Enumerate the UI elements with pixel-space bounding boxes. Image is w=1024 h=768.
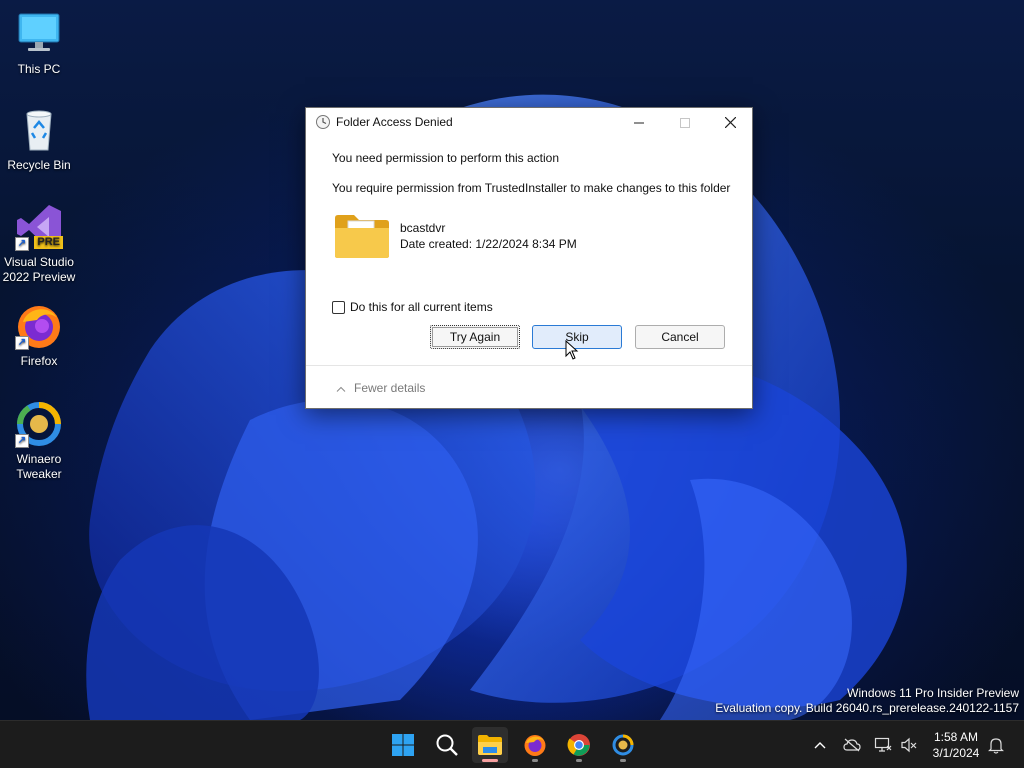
taskbar: 1:58 AM 3/1/2024 [0, 720, 1024, 768]
watermark-build: Evaluation copy. Build 26040.rs_prerelea… [715, 701, 1019, 715]
taskbar-file-explorer[interactable] [472, 727, 508, 763]
close-button[interactable] [707, 108, 753, 137]
firefox-icon: ↗ [15, 302, 63, 350]
dialog-divider [306, 365, 752, 366]
desktop-icon-label: This PC [17, 62, 61, 76]
fewer-details-label: Fewer details [354, 381, 426, 395]
cancel-button[interactable]: Cancel [635, 325, 725, 349]
dialog-title: Folder Access Denied [336, 115, 453, 129]
watermark-edition: Windows 11 Pro Insider Preview [847, 686, 1019, 700]
try-again-button[interactable]: Try Again [430, 325, 520, 349]
minimize-button[interactable] [616, 108, 662, 137]
winaero-tweaker-icon: ↗ [15, 400, 63, 448]
taskbar-firefox[interactable] [517, 727, 553, 763]
desktop-icon-recycle-bin[interactable]: Recycle Bin [2, 106, 76, 173]
start-icon [392, 734, 414, 756]
shortcut-arrow-icon: ↗ [15, 434, 29, 448]
item-name: bcastdvr [400, 221, 446, 235]
chevron-up-icon [336, 381, 346, 395]
network-tray-button[interactable] [873, 735, 893, 755]
taskbar-search-button[interactable] [429, 727, 465, 763]
permission-message: You require permission from TrustedInsta… [332, 181, 731, 195]
shortcut-arrow-icon: ↗ [15, 237, 29, 251]
taskbar-clock[interactable]: 1:58 AM 3/1/2024 [924, 729, 988, 761]
shortcut-arrow-icon: ↗ [15, 336, 29, 350]
mouse-cursor-icon [565, 339, 579, 363]
checkbox-label: Do this for all current items [350, 300, 493, 314]
file-explorer-icon [478, 735, 502, 755]
desktop-icon-label: Visual Studio 2022 Preview [2, 255, 76, 284]
cloud-offline-icon [843, 738, 861, 752]
close-icon [724, 117, 736, 128]
desktop-icon-label: Firefox [20, 354, 58, 368]
maximize-icon [680, 117, 690, 128]
fewer-details-toggle[interactable]: Fewer details [336, 381, 425, 395]
folder-access-denied-dialog: Folder Access Denied You need permission… [305, 107, 753, 409]
desktop-icon-label: Winaero Tweaker [16, 452, 62, 481]
running-indicator [482, 759, 498, 762]
recycle-bin-icon [15, 106, 63, 154]
running-indicator [532, 759, 538, 762]
onedrive-tray-button[interactable] [842, 735, 862, 755]
chrome-icon [567, 734, 590, 756]
clock-time: 1:58 AM [933, 730, 979, 744]
preview-badge: PRE [34, 236, 63, 249]
volume-muted-icon [901, 737, 917, 753]
notifications-button[interactable] [986, 735, 1006, 755]
taskbar-chrome[interactable] [561, 727, 597, 763]
running-indicator [620, 759, 626, 762]
volume-tray-button[interactable] [899, 735, 919, 755]
apply-to-all-checkbox[interactable] [332, 300, 345, 314]
clock-icon [315, 114, 331, 130]
start-button[interactable] [385, 727, 421, 763]
build-watermark: Windows 11 Pro Insider Preview Evaluatio… [715, 686, 1019, 716]
apply-to-all-checkbox-row[interactable]: Do this for all current items [332, 300, 493, 314]
item-date-created: Date created: 1/22/2024 8:34 PM [400, 237, 577, 251]
running-indicator [576, 759, 582, 762]
item-details: bcastdvr Date created: 1/22/2024 8:34 PM [332, 212, 732, 260]
dialog-heading: You need permission to perform this acti… [332, 151, 560, 165]
taskbar-winaero-tweaker[interactable] [605, 727, 641, 763]
folder-icon [332, 212, 392, 260]
dialog-body: You need permission to perform this acti… [332, 151, 732, 260]
desktop-icon-winaero-tweaker[interactable]: ↗ Winaero Tweaker [2, 400, 76, 482]
chevron-up-icon [814, 742, 826, 749]
dialog-titlebar[interactable]: Folder Access Denied [306, 108, 752, 137]
desktop-icon-this-pc[interactable]: This PC [2, 10, 76, 77]
desktop-icon-firefox[interactable]: ↗ Firefox [2, 302, 76, 369]
monitor-icon [15, 10, 63, 58]
winaero-tweaker-icon [612, 734, 634, 756]
desktop-icon-visual-studio[interactable]: PRE ↗ Visual Studio 2022 Preview [2, 203, 76, 285]
minimize-icon [634, 122, 644, 123]
search-icon [436, 734, 458, 756]
show-hidden-icons-button[interactable] [810, 735, 830, 755]
desktop-icon-label: Recycle Bin [7, 158, 71, 172]
visual-studio-icon: PRE ↗ [15, 203, 63, 251]
firefox-icon [524, 735, 546, 756]
clock-date: 3/1/2024 [932, 746, 980, 760]
network-icon [874, 737, 892, 752]
bell-icon [988, 737, 1004, 754]
maximize-button [662, 108, 708, 137]
